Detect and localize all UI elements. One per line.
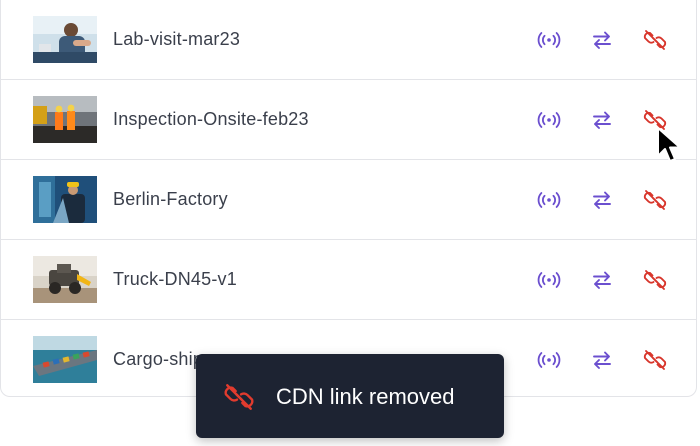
go-live-button[interactable] bbox=[536, 267, 562, 293]
go-live-button[interactable] bbox=[536, 187, 562, 213]
swap-button[interactable] bbox=[589, 347, 615, 373]
live-broadcast-icon bbox=[537, 192, 561, 208]
unlink-icon bbox=[643, 350, 667, 370]
asset-thumbnail[interactable] bbox=[33, 16, 97, 63]
unlink-icon bbox=[643, 190, 667, 210]
asset-thumbnail[interactable] bbox=[33, 336, 97, 383]
swap-arrows-icon bbox=[593, 31, 611, 49]
toast-notification: CDN link removed bbox=[196, 354, 504, 438]
asset-name: Inspection-Onsite-feb23 bbox=[113, 109, 309, 129]
asset-row: Lab-visit-mar23 bbox=[1, 0, 696, 80]
swap-button[interactable] bbox=[589, 267, 615, 293]
unlink-icon bbox=[643, 270, 667, 290]
swap-button[interactable] bbox=[589, 187, 615, 213]
asset-row: Berlin-Factory bbox=[1, 160, 696, 240]
swap-arrows-icon bbox=[593, 191, 611, 209]
go-live-button[interactable] bbox=[536, 107, 562, 133]
live-broadcast-icon bbox=[537, 32, 561, 48]
unlink-icon bbox=[643, 110, 667, 130]
asset-thumbnail[interactable] bbox=[33, 176, 97, 223]
asset-list: Lab-visit-mar23 Inspection-Onsite-feb23 … bbox=[0, 0, 697, 397]
unlink-button[interactable] bbox=[642, 27, 668, 53]
unlink-button[interactable] bbox=[642, 187, 668, 213]
swap-arrows-icon bbox=[593, 271, 611, 289]
asset-name: Lab-visit-mar23 bbox=[113, 29, 241, 49]
asset-row: Inspection-Onsite-feb23 bbox=[1, 80, 696, 160]
go-live-button[interactable] bbox=[536, 27, 562, 53]
asset-thumbnail[interactable] bbox=[33, 96, 97, 143]
live-broadcast-icon bbox=[537, 352, 561, 368]
swap-arrows-icon bbox=[593, 111, 611, 129]
live-broadcast-icon bbox=[537, 112, 561, 128]
unlink-icon bbox=[222, 380, 256, 414]
swap-button[interactable] bbox=[589, 27, 615, 53]
asset-name: Truck-DN45-v1 bbox=[113, 269, 237, 289]
asset-row: Truck-DN45-v1 bbox=[1, 240, 696, 320]
unlink-button[interactable] bbox=[642, 107, 668, 133]
unlink-button[interactable] bbox=[642, 267, 668, 293]
swap-arrows-icon bbox=[593, 351, 611, 369]
asset-thumbnail[interactable] bbox=[33, 256, 97, 303]
live-broadcast-icon bbox=[537, 272, 561, 288]
asset-name: Berlin-Factory bbox=[113, 189, 228, 209]
go-live-button[interactable] bbox=[536, 347, 562, 373]
unlink-button[interactable] bbox=[642, 347, 668, 373]
swap-button[interactable] bbox=[589, 107, 615, 133]
toast-message: CDN link removed bbox=[276, 384, 455, 409]
unlink-icon bbox=[643, 30, 667, 50]
asset-name: Cargo-ship bbox=[113, 349, 204, 369]
